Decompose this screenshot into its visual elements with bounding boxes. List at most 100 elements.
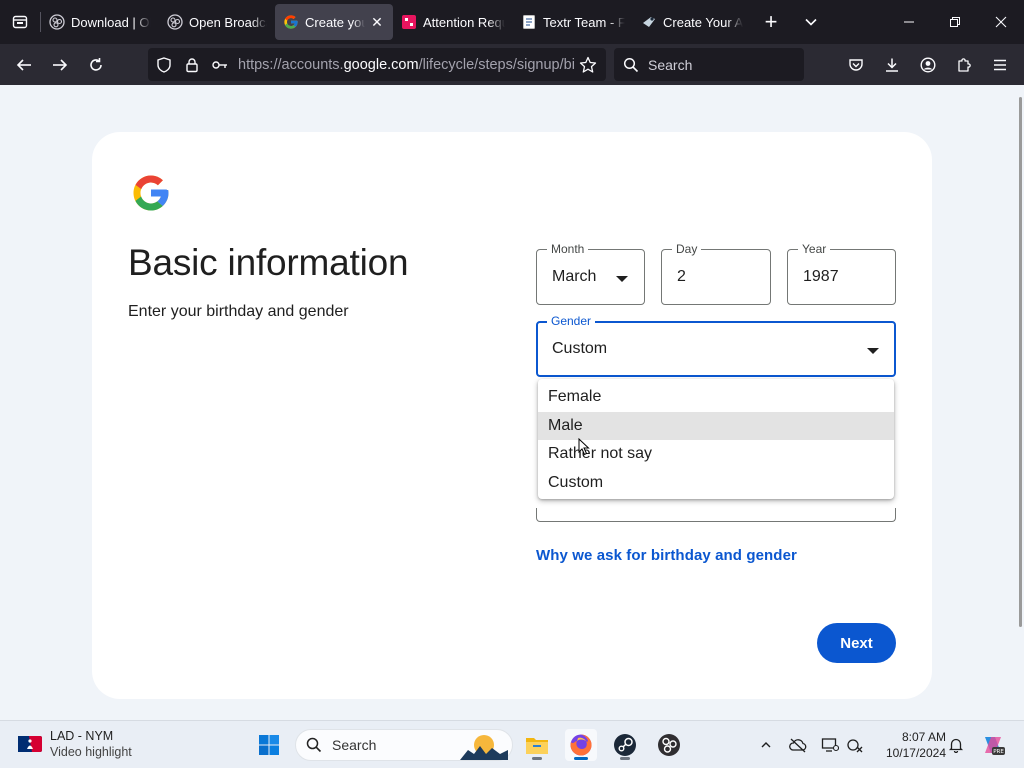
pocket-button[interactable] [842, 52, 870, 78]
gender-value: Custom [552, 340, 608, 357]
page-scrollbar[interactable] [1019, 97, 1022, 627]
folder-icon [526, 738, 548, 754]
firefox-taskbar-button[interactable] [565, 729, 597, 761]
extensions-button[interactable] [950, 52, 978, 78]
gender-option-male[interactable]: Male [538, 411, 894, 440]
network-tray-button[interactable] [845, 735, 865, 755]
list-all-tabs-button[interactable] [791, 0, 831, 44]
next-button[interactable]: Next [817, 623, 896, 663]
news-subtitle: Video highlight [50, 745, 132, 759]
dropdown-arrow-icon [616, 276, 628, 282]
bookmark-star-icon[interactable] [574, 48, 602, 81]
menu-button[interactable] [986, 52, 1014, 78]
close-window-button[interactable] [978, 0, 1024, 44]
custom-gender-field[interactable] [536, 508, 896, 522]
mlb-logo-icon [18, 736, 42, 752]
document-icon [521, 14, 537, 30]
windows-taskbar: LAD - NYM Video highlight Search 8:07 AM… [0, 720, 1024, 768]
steam-icon [614, 734, 636, 756]
show-hidden-icons-button[interactable] [756, 735, 776, 755]
hamburger-menu-icon [994, 59, 1006, 71]
year-label: Year [798, 241, 831, 257]
firefox-view-icon [12, 15, 28, 29]
forward-button[interactable] [42, 49, 78, 81]
new-tab-button[interactable]: + [751, 0, 791, 44]
gender-select[interactable]: Gender Custom [536, 313, 896, 377]
url-text[interactable]: https://accounts.google.com/lifecycle/st… [238, 57, 574, 73]
download-icon [886, 58, 898, 72]
year-value: 1987 [803, 268, 839, 285]
chevron-up-icon [761, 742, 771, 748]
page-title: Basic information [128, 242, 409, 283]
tab-create-account[interactable]: Create Your Account [633, 4, 751, 40]
address-bar[interactable]: https://accounts.google.com/lifecycle/st… [148, 48, 606, 81]
web-search-bar[interactable]: Search [614, 48, 804, 81]
tab-attention-required[interactable]: Attention Required [393, 4, 513, 40]
news-widget[interactable]: LAD - NYM Video highlight [18, 728, 132, 760]
search-icon [296, 737, 332, 753]
month-select[interactable]: Month March [536, 241, 645, 305]
minimize-icon [904, 21, 914, 23]
notifications-button[interactable] [946, 735, 966, 755]
navigation-toolbar: https://accounts.google.com/lifecycle/st… [0, 44, 1024, 85]
why-we-ask-link[interactable]: Why we ask for birthday and gender [536, 547, 797, 564]
running-indicator [620, 757, 630, 760]
cloudflare-icon [401, 14, 417, 30]
tab-obs-broadcaster[interactable]: Open Broadcaster [159, 4, 275, 40]
obs-icon [658, 734, 680, 756]
gender-option-female[interactable]: Female [538, 383, 894, 412]
search-highlight-icon [460, 735, 508, 760]
obs-icon [167, 14, 183, 30]
account-button[interactable] [914, 52, 942, 78]
key-icon[interactable] [206, 48, 234, 81]
tracking-protection-icon[interactable] [150, 48, 178, 81]
display-tray-button[interactable] [820, 735, 840, 755]
minimize-button[interactable] [886, 0, 932, 44]
year-input[interactable]: Year 1987 [787, 241, 896, 305]
tab-label: Textr Team - Free [543, 14, 625, 30]
close-icon [995, 16, 1007, 28]
tab-obs-download[interactable]: Download | OBS [41, 4, 159, 40]
search-placeholder: Search [648, 56, 693, 73]
gender-option-rather-not-say[interactable]: Rather not say [538, 440, 894, 469]
restore-icon [950, 17, 960, 27]
close-tab-icon[interactable]: ✕ [369, 14, 385, 30]
page-viewport: Basic information Enter your birthday an… [0, 85, 1024, 720]
onedrive-tray-button[interactable] [788, 735, 808, 755]
tab-google-signup[interactable]: Create your Google Account ✕ [275, 4, 393, 40]
obs-taskbar-button[interactable] [653, 729, 685, 761]
restore-button[interactable] [932, 0, 978, 44]
downloads-button[interactable] [878, 52, 906, 78]
google-logo-icon [133, 175, 169, 211]
taskbar-search-placeholder: Search [332, 737, 377, 753]
day-label: Day [672, 241, 702, 257]
tab-label: Create your Google Account [305, 14, 365, 30]
system-clock[interactable]: 8:07 AM 10/17/2024 [872, 729, 946, 761]
arrow-left-icon [16, 58, 31, 71]
month-label: Month [547, 241, 589, 257]
no-internet-icon [847, 739, 863, 753]
lock-icon[interactable] [178, 48, 206, 81]
reload-button[interactable] [78, 49, 114, 81]
firefox-icon [570, 734, 592, 756]
reload-icon [90, 57, 102, 71]
clock-date: 10/17/2024 [885, 746, 946, 760]
taskbar-search[interactable]: Search [295, 729, 513, 761]
svg-text:PRE: PRE [993, 749, 1004, 755]
tab-textr-team[interactable]: Textr Team - Free [513, 4, 633, 40]
gender-option-custom[interactable]: Custom [538, 469, 894, 498]
start-button[interactable] [253, 729, 285, 761]
url-prefix: https://accounts. [238, 56, 344, 73]
page-subtitle: Enter your birthday and gender [128, 303, 349, 320]
firefox-view-button[interactable] [0, 0, 40, 44]
file-explorer-button[interactable] [521, 729, 553, 761]
arrow-right-icon [53, 58, 68, 71]
chevron-down-icon [805, 18, 817, 26]
day-input[interactable]: Day 2 [661, 241, 771, 305]
account-icon [920, 57, 936, 73]
steam-taskbar-button[interactable] [609, 729, 641, 761]
copilot-button[interactable]: PRE [980, 732, 1006, 758]
back-button[interactable] [6, 49, 42, 81]
running-indicator [532, 757, 542, 760]
windows-logo-icon [259, 735, 279, 755]
